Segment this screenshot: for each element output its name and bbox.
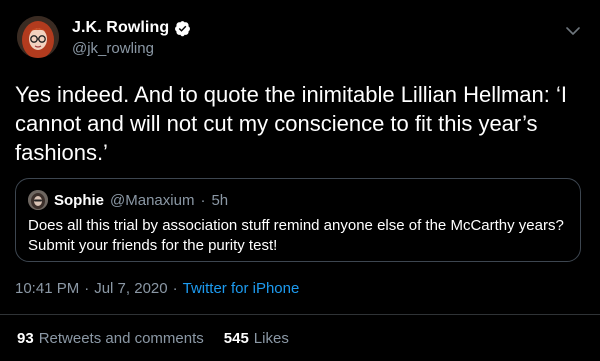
author-avatar-image <box>17 16 59 58</box>
retweets-label: Retweets and comments <box>38 330 204 347</box>
author-avatar[interactable] <box>17 16 59 58</box>
quoted-author-avatar <box>28 190 48 210</box>
chevron-down-icon[interactable] <box>566 26 580 36</box>
retweets-count: 93 <box>17 330 34 347</box>
tweet-card: J.K. Rowling @jk_rowling Yes indeed. And… <box>0 0 600 361</box>
retweets-stat[interactable]: 93 Retweets and comments <box>17 330 204 347</box>
quoted-author-avatar-image <box>28 190 48 210</box>
meta-separator: · <box>84 280 90 297</box>
quoted-separator: · <box>200 191 206 209</box>
meta-separator: · <box>172 280 178 297</box>
tweet-time[interactable]: 10:41 PM <box>15 280 79 297</box>
tweet-text: Yes indeed. And to quote the inimitable … <box>15 82 567 165</box>
quoted-author-name: Sophie <box>54 191 105 209</box>
likes-count: 545 <box>223 330 249 347</box>
tweet-meta: 10:41 PM · Jul 7, 2020 · Twitter for iPh… <box>15 280 299 297</box>
quoted-tweet-header: Sophie @Manaxium · 5h <box>28 190 568 210</box>
tweet-source-link[interactable]: Twitter for iPhone <box>183 280 300 297</box>
quoted-tweet-text: Does all this trial by association stuff… <box>28 217 564 254</box>
author-info: J.K. Rowling @jk_rowling <box>72 18 191 57</box>
likes-label: Likes <box>253 330 289 347</box>
author-display-name[interactable]: J.K. Rowling <box>72 19 169 37</box>
divider <box>0 314 600 315</box>
quoted-tweet[interactable]: Sophie @Manaxium · 5h Does all this tria… <box>15 178 581 262</box>
verified-badge-icon <box>175 20 191 36</box>
likes-stat[interactable]: 545 Likes <box>224 330 289 347</box>
tweet-stats: 93 Retweets and comments 545 Likes <box>17 330 289 347</box>
author-handle[interactable]: @jk_rowling <box>72 40 191 57</box>
quoted-timestamp: 5h <box>211 191 229 209</box>
tweet-date[interactable]: Jul 7, 2020 <box>94 280 167 297</box>
quoted-author-handle: @Manaxium <box>110 191 195 209</box>
